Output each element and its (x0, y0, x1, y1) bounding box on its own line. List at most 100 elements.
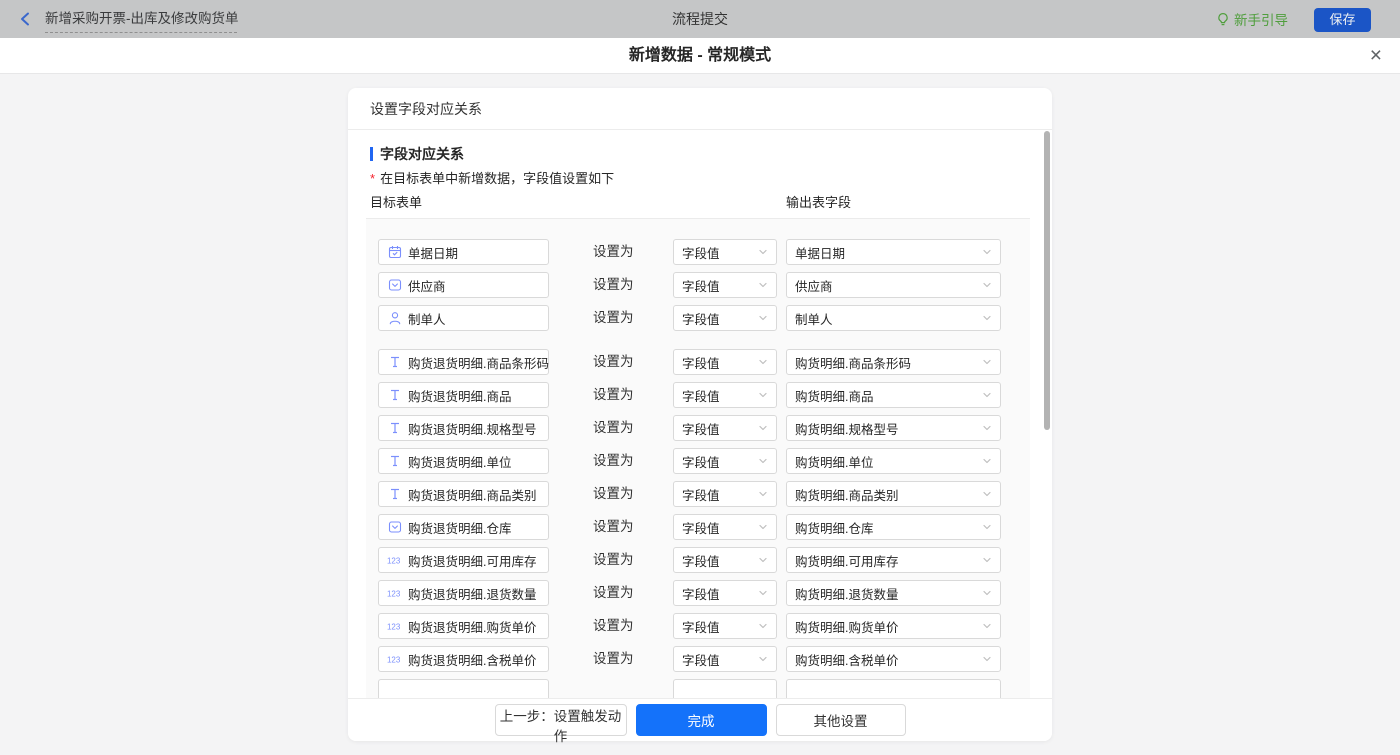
chevron-down-icon (758, 390, 768, 400)
target-field-box: 购货退货明细.仓库 (378, 514, 549, 540)
field-mapping-row: 购货退货明细.商品条形码 设置为 字段值 购货明细.商品条形码 (366, 349, 1030, 375)
chevron-down-icon (758, 423, 768, 433)
top-bar: 新增采购开票-出库及修改购货单 流程提交 新手引导 保存 (0, 0, 1400, 38)
set-as-label: 设置为 (593, 272, 634, 298)
set-as-label: 设置为 (593, 305, 634, 331)
done-button[interactable]: 完成 (636, 704, 767, 736)
required-asterisk: * (370, 171, 375, 186)
value-mode-value: 字段值 (682, 485, 754, 504)
text-icon (387, 487, 402, 502)
set-as-label: 设置为 (593, 547, 634, 573)
chevron-down-icon (758, 357, 768, 367)
target-field-label: 购货退货明细.规格型号 (408, 419, 536, 438)
modal-body: 设置字段对应关系 字段对应关系 *在目标表单中新增数据，字段值设置如下 目标表单… (0, 75, 1400, 755)
output-field-select[interactable]: 购货明细.商品 (786, 382, 1001, 408)
value-mode-select[interactable]: 字段值 (673, 382, 777, 408)
target-field-label: 购货退货明细.商品条形码 (408, 353, 549, 372)
output-field-value: 购货明细.含税单价 (795, 650, 978, 669)
text-icon (387, 355, 402, 370)
target-field-box: 制单人 (378, 305, 549, 331)
output-field-select[interactable]: 购货明细.规格型号 (786, 415, 1001, 441)
target-field-label: 制单人 (408, 309, 446, 328)
output-field-select[interactable]: 购货明细.单位 (786, 448, 1001, 474)
value-mode-select[interactable]: 字段值 (673, 547, 777, 573)
target-field-label: 购货退货明细.商品 (408, 386, 511, 405)
target-field-box: 购货退货明细.规格型号 (378, 415, 549, 441)
chevron-down-icon (758, 621, 768, 631)
value-mode-select[interactable]: 字段值 (673, 613, 777, 639)
beginner-guide-link[interactable]: 新手引导 (1216, 0, 1288, 38)
value-mode-select[interactable] (673, 679, 777, 698)
set-as-label: 设置为 (593, 481, 634, 507)
output-field-value: 制单人 (795, 309, 978, 328)
target-field-label: 购货退货明细.单位 (408, 452, 511, 471)
target-field-box: 123 购货退货明细.含税单价 (378, 646, 549, 672)
output-field-select[interactable]: 购货明细.购货单价 (786, 613, 1001, 639)
target-field-box: 供应商 (378, 272, 549, 298)
number-icon: 123 (387, 553, 402, 568)
target-field-label: 单据日期 (408, 243, 458, 262)
output-field-value: 购货明细.规格型号 (795, 419, 978, 438)
output-field-value: 购货明细.商品条形码 (795, 353, 978, 372)
value-mode-value: 字段值 (682, 617, 754, 636)
svg-text:123: 123 (387, 556, 401, 565)
target-field-box: 123 购货退货明细.购货单价 (378, 613, 549, 639)
section-accent-bar (370, 147, 373, 161)
set-as-label: 设置为 (593, 415, 634, 441)
field-mapping-row: 购货退货明细.商品 设置为 字段值 购货明细.商品 (366, 382, 1030, 408)
output-field-select[interactable]: 购货明细.退货数量 (786, 580, 1001, 606)
vertical-scrollbar-thumb[interactable] (1044, 131, 1050, 430)
output-field-select[interactable]: 购货明细.含税单价 (786, 646, 1001, 672)
value-mode-value: 字段值 (682, 584, 754, 603)
field-mapping-card: 设置字段对应关系 字段对应关系 *在目标表单中新增数据，字段值设置如下 目标表单… (348, 88, 1052, 741)
output-field-select[interactable]: 购货明细.商品条形码 (786, 349, 1001, 375)
output-field-select[interactable]: 供应商 (786, 272, 1001, 298)
field-mapping-row: 123 购货退货明细.购货单价 设置为 字段值 购货明细.购货单价 (366, 613, 1030, 639)
value-mode-value: 字段值 (682, 243, 754, 262)
output-field-value: 购货明细.商品 (795, 386, 978, 405)
close-icon[interactable]: × (1370, 42, 1382, 70)
chevron-down-icon (982, 390, 992, 400)
value-mode-select[interactable]: 字段值 (673, 481, 777, 507)
field-mapping-row: 购货退货明细.规格型号 设置为 字段值 购货明细.规格型号 (366, 415, 1030, 441)
value-mode-value: 字段值 (682, 452, 754, 471)
output-field-value: 购货明细.单位 (795, 452, 978, 471)
value-mode-value: 字段值 (682, 650, 754, 669)
chevron-down-icon (758, 654, 768, 664)
target-field-label: 购货退货明细.可用库存 (408, 551, 536, 570)
chevron-down-icon (982, 555, 992, 565)
value-mode-select[interactable]: 字段值 (673, 580, 777, 606)
output-field-select[interactable]: 制单人 (786, 305, 1001, 331)
chevron-down-icon (758, 280, 768, 290)
set-as-label: 设置为 (593, 580, 634, 606)
output-field-select[interactable]: 购货明细.可用库存 (786, 547, 1001, 573)
value-mode-select[interactable]: 字段值 (673, 349, 777, 375)
column-header-target-form: 目标表单 (370, 192, 422, 211)
value-mode-select[interactable]: 字段值 (673, 272, 777, 298)
output-field-select[interactable]: 购货明细.商品类别 (786, 481, 1001, 507)
value-mode-select[interactable]: 字段值 (673, 239, 777, 265)
value-mode-select[interactable]: 字段值 (673, 415, 777, 441)
output-field-select[interactable]: 单据日期 (786, 239, 1001, 265)
card-footer: 上一步：设置触发动作 完成 其他设置 (348, 698, 1052, 741)
chevron-down-icon (982, 280, 992, 290)
value-mode-select[interactable]: 字段值 (673, 448, 777, 474)
set-as-label: 设置为 (593, 349, 634, 375)
output-field-select[interactable] (786, 679, 1001, 698)
field-mapping-row: 供应商 设置为 字段值 供应商 (366, 272, 1030, 298)
save-button[interactable]: 保存 (1314, 8, 1371, 32)
value-mode-select[interactable]: 字段值 (673, 514, 777, 540)
value-mode-select[interactable]: 字段值 (673, 305, 777, 331)
target-field-box: 123 购货退货明细.退货数量 (378, 580, 549, 606)
output-field-value: 购货明细.购货单价 (795, 617, 978, 636)
target-field-label: 购货退货明细.商品类别 (408, 485, 536, 504)
text-icon (387, 388, 402, 403)
output-field-select[interactable]: 购货明细.仓库 (786, 514, 1001, 540)
calendar-icon (387, 245, 402, 260)
value-mode-select[interactable]: 字段值 (673, 646, 777, 672)
previous-step-button[interactable]: 上一步：设置触发动作 (495, 704, 627, 736)
other-settings-button[interactable]: 其他设置 (776, 704, 906, 736)
field-mapping-row: 123 购货退货明细.可用库存 设置为 字段值 购货明细.可用库存 (366, 547, 1030, 573)
section-note-text: 在目标表单中新增数据，字段值设置如下 (380, 171, 614, 186)
field-mapping-row: 制单人 设置为 字段值 制单人 (366, 305, 1030, 331)
